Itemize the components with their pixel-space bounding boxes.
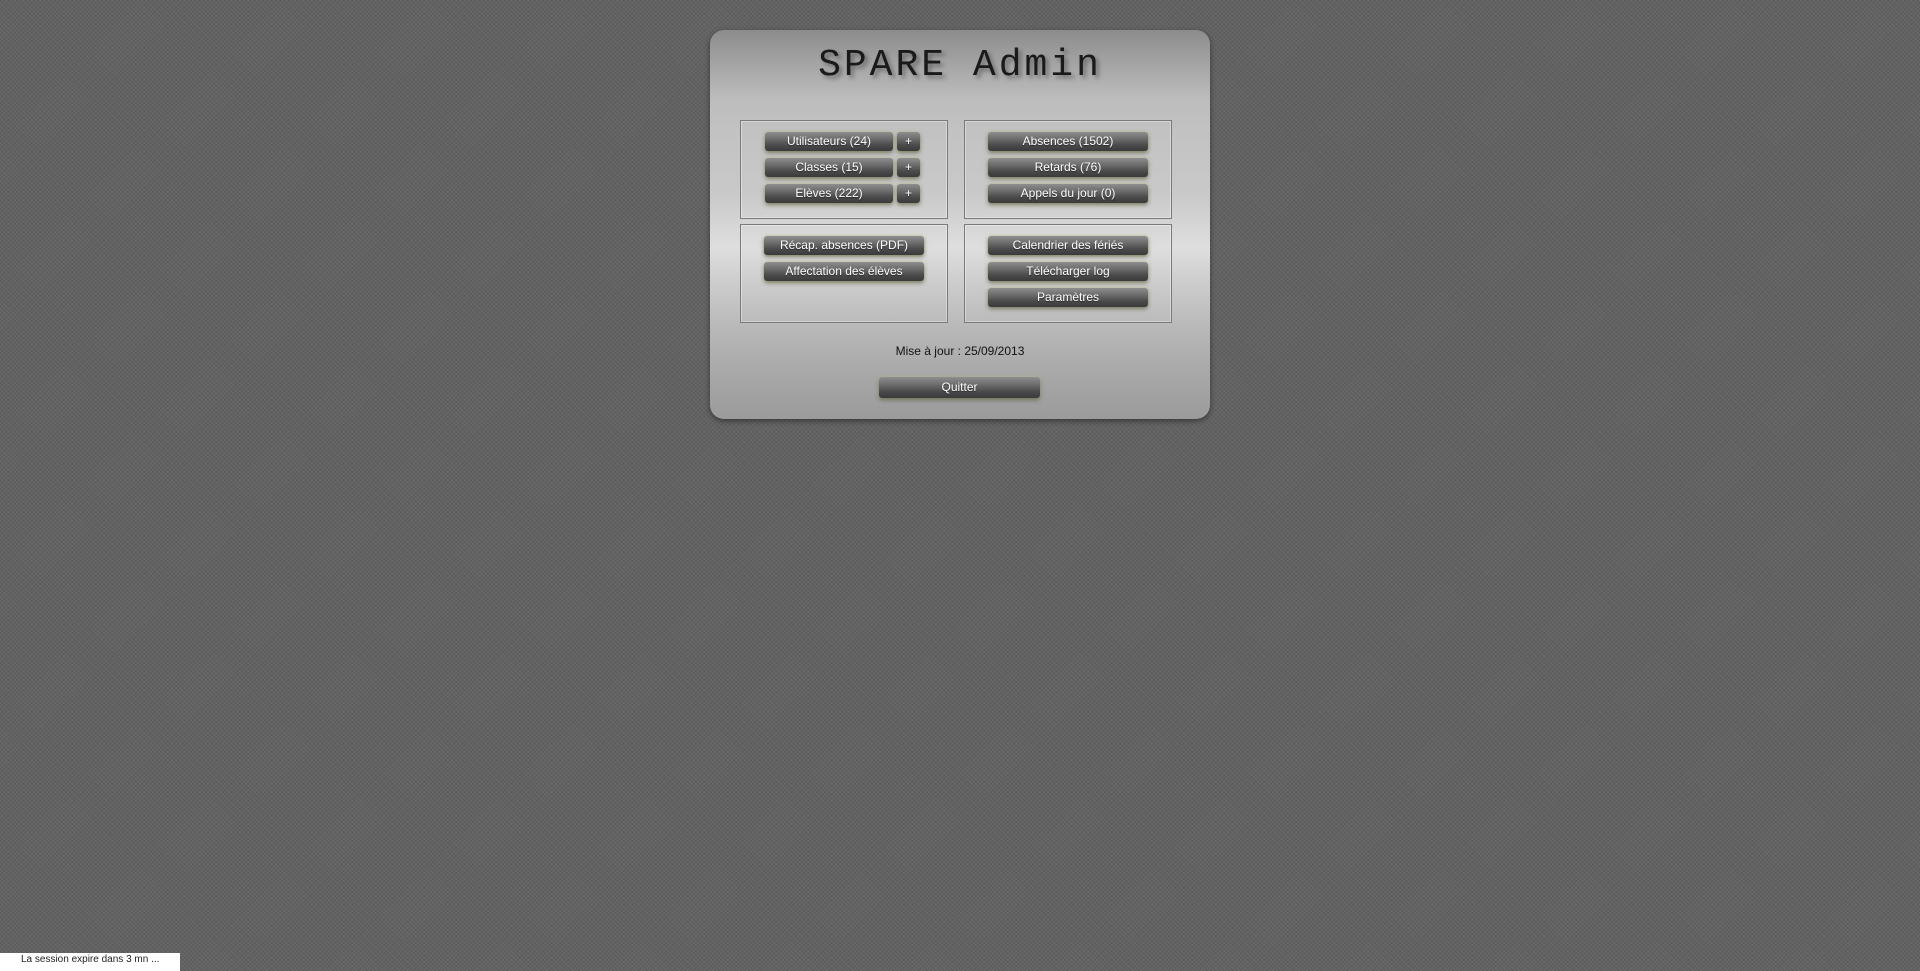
management-box: Utilisateurs (24) + Classes (15) + Elève… (740, 120, 948, 219)
add-class-button[interactable]: + (897, 158, 920, 177)
quit-button[interactable]: Quitter (879, 377, 1040, 398)
holidays-calendar-button[interactable]: Calendrier des fériés (988, 236, 1148, 255)
daily-calls-button[interactable]: Appels du jour (0) (988, 184, 1148, 203)
page-title: SPARE Admin (818, 44, 1102, 87)
admin-panel: SPARE Admin Utilisateurs (24) + Classes … (710, 30, 1210, 419)
absences-button[interactable]: Absences (1502) (988, 132, 1148, 151)
download-log-button[interactable]: Télécharger log (988, 262, 1148, 281)
absences-recap-pdf-button[interactable]: Récap. absences (PDF) (764, 236, 924, 255)
reports-box: Récap. absences (PDF) Affectation des él… (740, 224, 948, 323)
add-user-button[interactable]: + (897, 132, 920, 151)
classes-button[interactable]: Classes (15) (765, 158, 893, 177)
add-student-button[interactable]: + (897, 184, 920, 203)
session-expiry-notice: La session expire dans 3 mn ... (0, 953, 180, 971)
settings-box: Calendrier des fériés Télécharger log Pa… (964, 224, 1172, 323)
student-assignment-button[interactable]: Affectation des élèves (764, 262, 924, 281)
students-button[interactable]: Elèves (222) (765, 184, 893, 203)
delays-button[interactable]: Retards (76) (988, 158, 1148, 177)
settings-button[interactable]: Paramètres (988, 288, 1148, 307)
users-button[interactable]: Utilisateurs (24) (765, 132, 893, 151)
update-info: Mise à jour : 25/09/2013 (895, 344, 1025, 358)
absences-box: Absences (1502) Retards (76) Appels du j… (964, 120, 1172, 219)
